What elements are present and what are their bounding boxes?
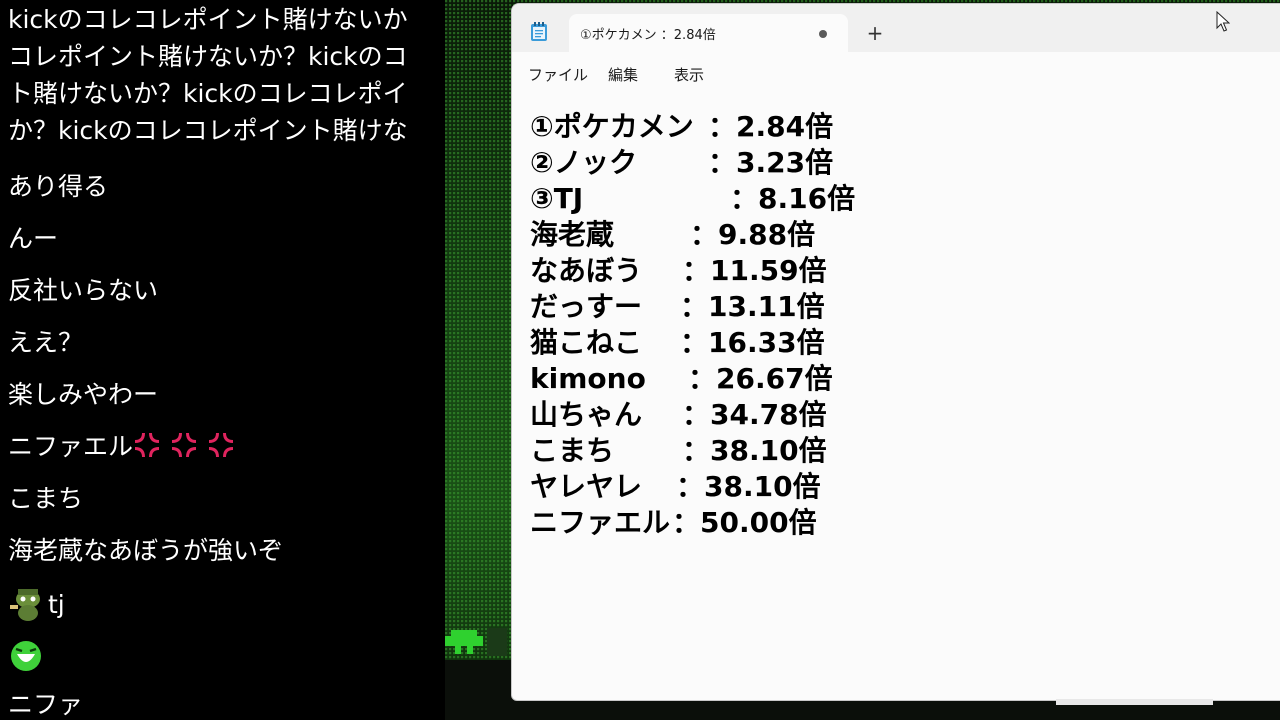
chat-message-with-emoji: ニファエル (8, 428, 244, 465)
participant-name: だっすー (530, 290, 643, 323)
participant-name: kimono (530, 362, 646, 395)
participant-name: ニファエル (530, 506, 671, 539)
chat-message: あり得る (8, 172, 109, 201)
chat-message-emote-only (8, 637, 44, 674)
text-editor-area[interactable]: ①ポケカメン ：2.84倍 ②ノック ：3.23倍 ③TJ ：8.16倍 海老蔵… (530, 107, 1270, 687)
odds-value: ：26.67倍 (688, 362, 833, 395)
chat-message: んー (8, 224, 59, 253)
mouse-pointer-icon (1216, 11, 1230, 32)
menu-view[interactable]: 表示 (674, 64, 704, 85)
chat-message-text: ニファエル (8, 432, 134, 461)
title-bar[interactable]: ①ポケカメン ：2.84倍 + (512, 4, 1280, 52)
menu-file[interactable]: ファイル (528, 64, 588, 85)
chat-message: ニファ (8, 690, 84, 719)
participant-name: 海老蔵 (530, 218, 615, 251)
menu-bar: ファイル 編集 表示 (512, 52, 1280, 92)
unsaved-dot-icon[interactable] (819, 30, 827, 38)
participant-name: ヤレヤレ (530, 470, 643, 503)
chat-message: 楽しみやわー (8, 380, 159, 409)
chat-message-text: tj (48, 590, 65, 619)
taskbar-fragment (1056, 699, 1213, 705)
new-tab-button[interactable]: + (864, 22, 886, 44)
participant-name: 山ちゃん (530, 398, 643, 431)
tab-title: ①ポケカメン ：2.84倍 (580, 28, 716, 43)
pixel-character-sprite (445, 628, 507, 656)
notepad-window: ①ポケカメン ：2.84倍 + ファイル 編集 表示 ①ポケカメン ：2.84倍… (511, 3, 1280, 701)
tab-document[interactable]: ①ポケカメン ：2.84倍 (569, 14, 848, 52)
chat-message-line: ト賭けないか？kickのコレコレポイ (8, 79, 408, 108)
notepad-app-icon (531, 22, 547, 41)
odds-value: ：3.23倍 (708, 146, 834, 179)
anger-symbol-icon (172, 433, 197, 457)
chat-panel: kickのコレコレポイント賭けないか コレポイント賭けないか？kickのコ ト賭… (0, 0, 445, 720)
frog-soldier-emote-icon (10, 589, 40, 621)
participant-name: なあぼう (530, 254, 643, 287)
odds-value: ：11.59倍 (682, 254, 827, 287)
participant-name: ③TJ (530, 182, 584, 215)
participant-name: ①ポケカメン (530, 110, 694, 143)
odds-value: ：9.88倍 (690, 218, 816, 251)
odds-value: ：38.10倍 (682, 434, 827, 467)
odds-value: ：50.00倍 (672, 506, 817, 539)
odds-value: ：13.11倍 (680, 290, 825, 323)
chat-message-long: kickのコレコレポイント賭けないか コレポイント賭けないか？kickのコ ト賭… (8, 1, 445, 149)
odds-value: ：2.84倍 (708, 110, 834, 143)
chat-message-line: か？kickのコレコレポイント賭けな (8, 116, 408, 145)
chat-message: ええ？ (8, 328, 84, 357)
menu-edit[interactable]: 編集 (608, 64, 638, 85)
chat-message: 海老蔵なあぼうが強いぞ (8, 536, 284, 565)
laughing-green-emote-icon (11, 641, 41, 671)
odds-value: ：38.10倍 (676, 470, 821, 503)
participant-name: こまち (530, 434, 615, 467)
odds-value: ：16.33倍 (680, 326, 825, 359)
chat-message-with-emote: tj (8, 585, 65, 623)
anger-symbol-icon (135, 433, 160, 457)
anger-symbol-icon (209, 433, 234, 457)
odds-value: ：8.16倍 (730, 182, 856, 215)
participant-name: ②ノック (530, 146, 638, 179)
chat-message-line: kickのコレコレポイント賭けないか (8, 5, 408, 34)
chat-message-line: コレポイント賭けないか？kickのコ (8, 42, 408, 71)
chat-message: 反社いらない (8, 276, 159, 305)
odds-value: ：34.78倍 (682, 398, 827, 431)
chat-message: こまち (8, 484, 84, 513)
participant-name: 猫こねこ (530, 326, 643, 359)
